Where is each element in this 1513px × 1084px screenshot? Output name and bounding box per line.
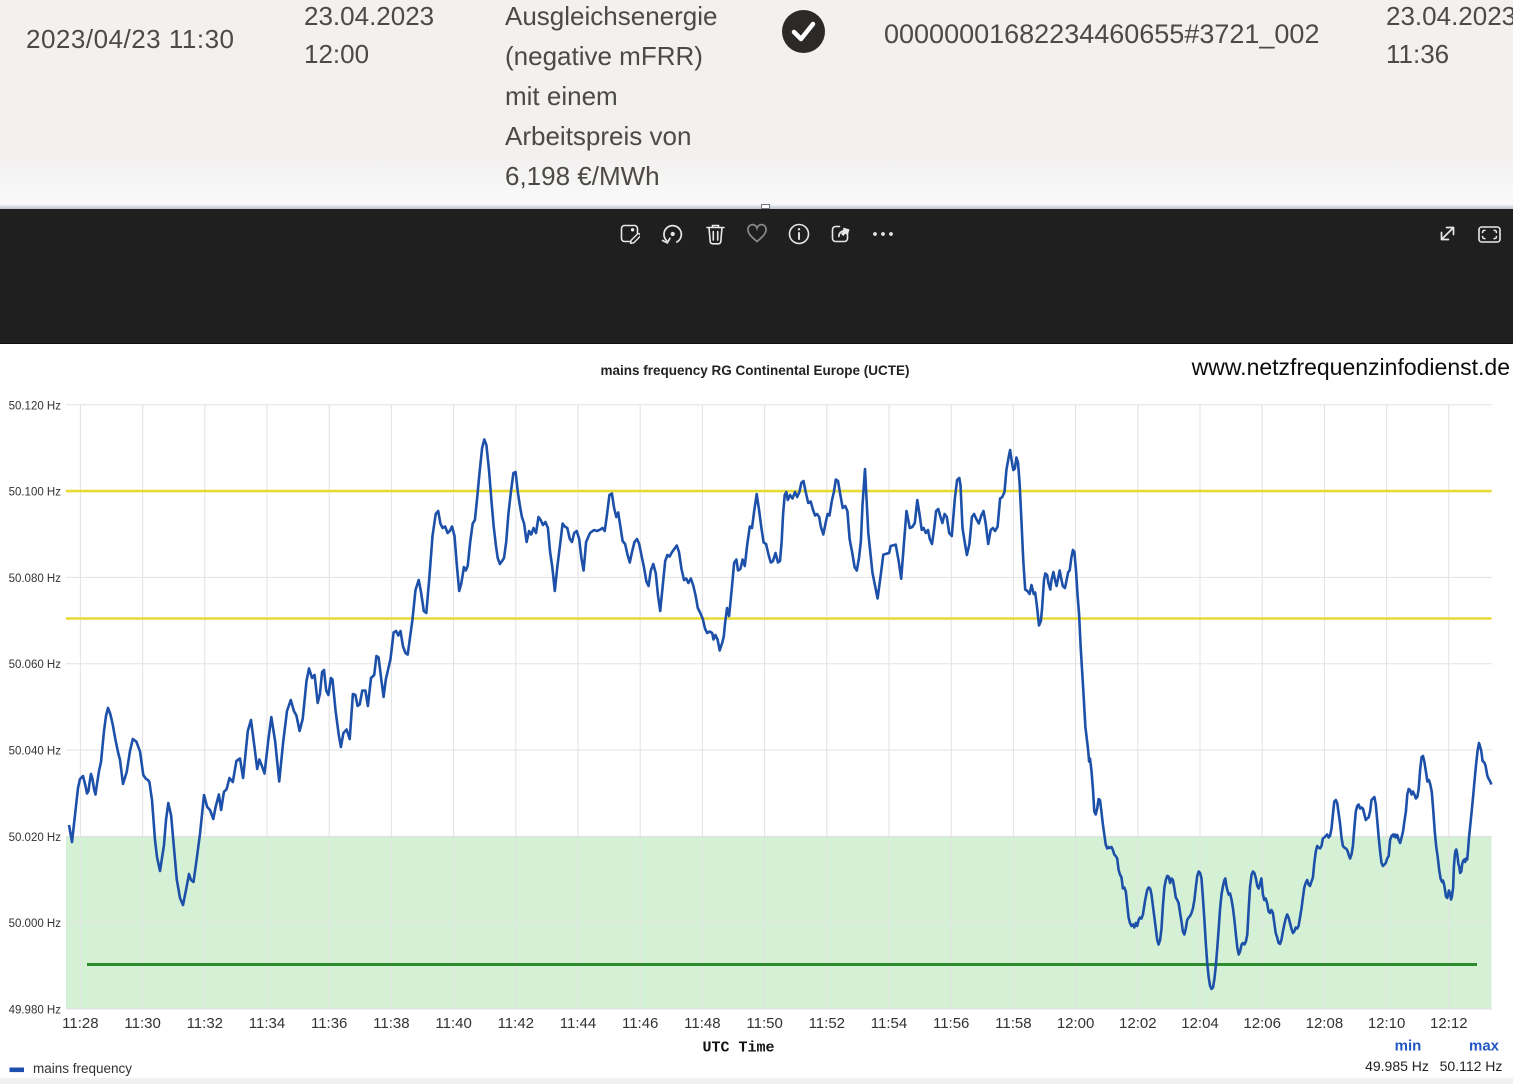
- svg-text:mains frequency RG Continental: mains frequency RG Continental Europe (U…: [600, 363, 909, 378]
- svg-text:UTC Time: UTC Time: [702, 1040, 774, 1057]
- svg-text:min: min: [1395, 1038, 1422, 1055]
- svg-text:49.980 Hz: 49.980 Hz: [9, 1005, 62, 1017]
- svg-text:11:52: 11:52: [809, 1015, 845, 1032]
- svg-text:11:28: 11:28: [62, 1015, 98, 1032]
- svg-text:12:04: 12:04: [1181, 1015, 1219, 1032]
- svg-text:50.020 Hz: 50.020 Hz: [9, 832, 62, 844]
- svg-text:12:08: 12:08: [1306, 1015, 1344, 1032]
- svg-text:11:56: 11:56: [933, 1015, 969, 1032]
- svg-text:11:48: 11:48: [684, 1015, 720, 1032]
- svg-text:50.112 Hz: 50.112 Hz: [1440, 1058, 1503, 1074]
- svg-text:11:40: 11:40: [435, 1015, 471, 1032]
- svg-text:11:46: 11:46: [622, 1015, 658, 1032]
- svg-text:11:58: 11:58: [995, 1015, 1031, 1032]
- svg-text:11:32: 11:32: [187, 1015, 223, 1032]
- svg-text:49.985 Hz: 49.985 Hz: [1365, 1058, 1429, 1074]
- svg-text:12:00: 12:00: [1057, 1015, 1095, 1032]
- svg-text:11:38: 11:38: [373, 1015, 409, 1032]
- svg-text:50.080 Hz: 50.080 Hz: [9, 573, 62, 585]
- svg-text:12:06: 12:06: [1243, 1015, 1281, 1032]
- svg-text:11:50: 11:50: [746, 1015, 782, 1032]
- svg-text:11:44: 11:44: [560, 1015, 596, 1032]
- svg-text:11:30: 11:30: [124, 1015, 160, 1032]
- svg-text:12:10: 12:10: [1368, 1015, 1406, 1032]
- svg-text:50.120 Hz: 50.120 Hz: [9, 400, 62, 412]
- svg-text:50.060 Hz: 50.060 Hz: [9, 659, 62, 671]
- svg-text:mains frequency: mains frequency: [33, 1061, 132, 1076]
- svg-text:11:42: 11:42: [498, 1015, 534, 1032]
- svg-text:11:36: 11:36: [311, 1015, 347, 1032]
- svg-text:www.netzfrequenzinfodienst.de: www.netzfrequenzinfodienst.de: [1191, 354, 1510, 380]
- svg-text:12:02: 12:02: [1119, 1015, 1157, 1032]
- svg-text:50.100 Hz: 50.100 Hz: [9, 487, 62, 499]
- svg-text:11:54: 11:54: [871, 1015, 907, 1032]
- svg-text:max: max: [1469, 1038, 1500, 1055]
- svg-text:12:12: 12:12: [1430, 1015, 1468, 1032]
- svg-text:11:34: 11:34: [249, 1015, 285, 1032]
- svg-text:50.040 Hz: 50.040 Hz: [9, 746, 62, 758]
- svg-text:50.000 Hz: 50.000 Hz: [9, 918, 62, 930]
